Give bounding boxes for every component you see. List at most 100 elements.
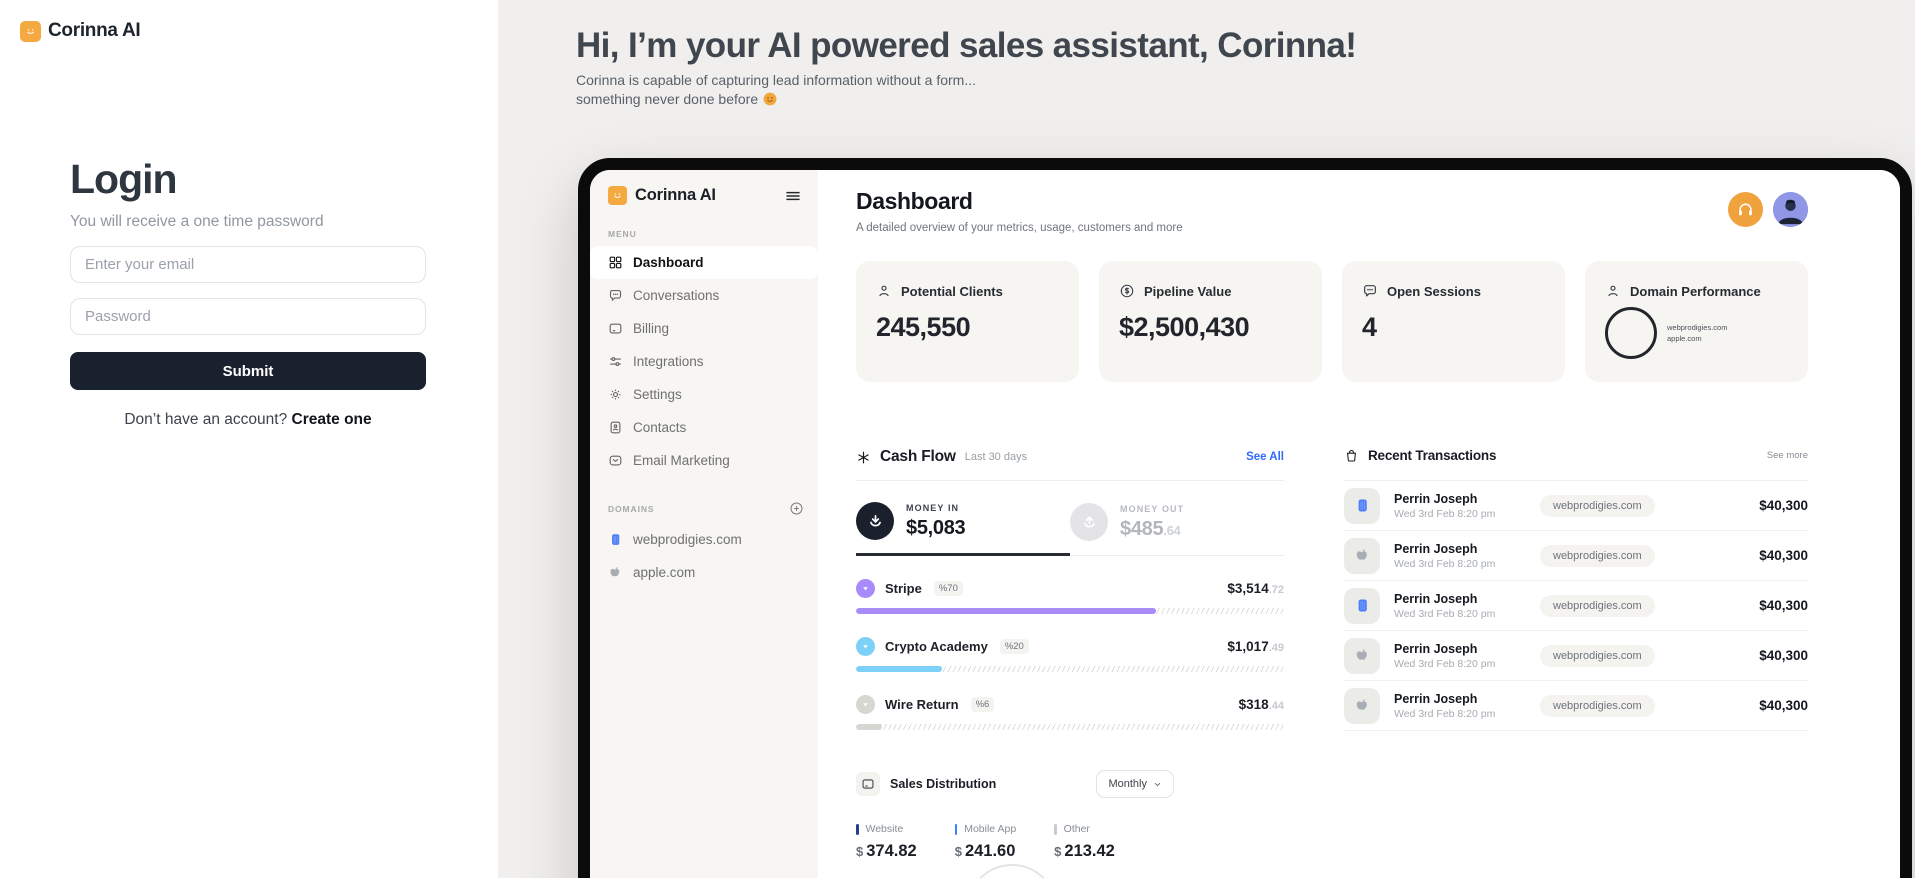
cash-flow-category: Stripe %70 $3,514.72 [856, 579, 1284, 614]
transaction-domain-pill: webprodigies.com [1540, 694, 1655, 717]
domain-icon [608, 565, 623, 580]
legend-value: $374.82 [856, 842, 917, 860]
metric-value: 245,550 [876, 312, 971, 342]
category-amount-cents: .72 [1268, 584, 1284, 596]
category-progress-fill [856, 666, 942, 672]
sidebar-menu-item[interactable]: Email Marketing [590, 444, 818, 477]
sidebar-menu-item[interactable]: Contacts [590, 411, 818, 444]
hero: Hi, I’m your AI powered sales assistant,… [498, 0, 1915, 108]
legend-color-tick [954, 823, 958, 835]
sidebar-domains: webprodigies.com apple.com [590, 523, 818, 589]
money-out-value: $485.64 [1120, 517, 1181, 540]
metric-card: Open Sessions 4 [1342, 261, 1565, 382]
metric-cards: Potential Clients 245,550 Pipeline Value [856, 261, 1808, 382]
sidebar-menu-item[interactable]: Settings [590, 378, 818, 411]
transaction-name: Perrin Joseph [1394, 641, 1478, 656]
login-title: Login [70, 156, 178, 202]
user-avatar[interactable] [1773, 192, 1808, 227]
email-field[interactable] [70, 246, 426, 283]
create-account-link[interactable]: Create one [292, 411, 372, 428]
transaction-domain-pill: webprodigies.com [1540, 494, 1655, 517]
sidebar-item-label: Billing [633, 321, 670, 336]
money-in-tab[interactable]: MONEY IN $5,083 [856, 492, 1070, 556]
transaction-domain-pill: webprodigies.com [1540, 644, 1655, 667]
cash-flow-section: Cash Flow Last 30 days See All MONEY IN [856, 448, 1284, 861]
transaction-source-icon [1344, 637, 1380, 674]
sidebar-menu-item[interactable]: Billing [590, 312, 818, 345]
metric-label: Pipeline Value [1144, 283, 1232, 299]
divider [856, 480, 1284, 481]
legend-value: $241.60 [954, 842, 1016, 860]
transaction-source-icon [1344, 537, 1380, 574]
avatar-image [1773, 192, 1808, 227]
cash-flow-period: Last 30 days [964, 451, 1028, 463]
legend-item: Mobile App $241.60 [954, 823, 1017, 861]
transaction-date: Wed 3rd Feb 8:20 pm [1394, 657, 1496, 670]
transaction-date: Wed 3rd Feb 8:20 pm [1394, 557, 1496, 570]
category-progress-track [856, 608, 1284, 614]
headphones-icon [1736, 200, 1755, 219]
add-domain-icon[interactable] [789, 501, 804, 516]
domain-performance-domain1: webprodigies.com [1667, 322, 1728, 332]
money-in-label: MONEY IN [906, 502, 960, 513]
submit-button[interactable]: Submit [70, 352, 426, 390]
category-progress-fill [856, 608, 1156, 614]
transaction-row[interactable]: Perrin Joseph Wed 3rd Feb 8:20 pm webpro… [1344, 681, 1808, 731]
transaction-amount: $40,300 [1759, 548, 1808, 563]
sidebar-domain-item[interactable]: webprodigies.com [590, 523, 818, 556]
brand-name: Corinna AI [48, 20, 141, 41]
domain-performance-icon [1605, 283, 1621, 299]
category-progress-track [856, 724, 1284, 730]
transaction-source-icon [1344, 687, 1380, 724]
sidebar-item-icon [608, 288, 623, 303]
sidebar-menu-item[interactable]: Conversations 23 [590, 279, 818, 312]
sidebar-brand-logo-icon [608, 186, 627, 205]
menu-section-header: MENU [608, 229, 804, 239]
category-name: Stripe [885, 581, 922, 596]
transaction-row[interactable]: Perrin Joseph Wed 3rd Feb 8:20 pm webpro… [1344, 581, 1808, 631]
legend-label: Mobile App [964, 823, 1017, 835]
transaction-amount: $40,300 [1759, 498, 1808, 513]
currency-sign: $ [954, 844, 962, 859]
domain-performance-ring [1605, 307, 1657, 359]
currency-sign: $ [856, 844, 864, 859]
login-subtitle: You will receive a one time password [70, 213, 324, 230]
legend-label: Other [1063, 823, 1090, 835]
see-all-link[interactable]: See All [1246, 451, 1284, 463]
sidebar-item-label: Integrations [633, 354, 704, 369]
password-field[interactable] [70, 298, 426, 335]
sidebar-item-label: Settings [633, 387, 682, 402]
transactions-icon [1344, 448, 1359, 463]
see-more-link[interactable]: See more [1767, 450, 1808, 461]
category-icon [856, 637, 875, 656]
hamburger-menu-icon[interactable] [784, 187, 802, 205]
sales-legend: Website $374.82 Mobile App $241.60 Other… [856, 823, 1284, 861]
money-out-tab[interactable]: MONEY OUT $485.64 [1070, 492, 1284, 556]
legend-item: Other $213.42 [1054, 823, 1115, 861]
sidebar-menu-item[interactable]: Integrations [590, 345, 818, 378]
brand-logo-icon [20, 20, 41, 42]
domain-label: apple.com [633, 565, 696, 580]
transaction-name: Perrin Joseph [1394, 491, 1478, 506]
transaction-row[interactable]: Perrin Joseph Wed 3rd Feb 8:20 pm webpro… [1344, 631, 1808, 681]
main-content: Dashboard A detailed overview of your me… [856, 188, 1808, 861]
sidebar-domain-item[interactable]: apple.com [590, 556, 818, 589]
category-progress-track [856, 666, 1284, 672]
legend-value: $213.42 [1054, 842, 1115, 860]
category-amount-cents: .49 [1268, 642, 1284, 654]
dashboard-sidebar: Corinna AI MENU Dashboard Conversations … [590, 170, 818, 878]
cash-flow-icon [856, 450, 871, 465]
transaction-row[interactable]: Perrin Joseph Wed 3rd Feb 8:20 pm webpro… [1344, 481, 1808, 531]
metric-label: Open Sessions [1387, 283, 1481, 299]
sidebar-menu-item[interactable]: Dashboard [590, 246, 818, 279]
transaction-domain-pill: webprodigies.com [1540, 594, 1655, 617]
page-subtitle: A detailed overview of your metrics, usa… [856, 222, 1183, 234]
transaction-row[interactable]: Perrin Joseph Wed 3rd Feb 8:20 pm webpro… [1344, 531, 1808, 581]
cash-flow-categories: Stripe %70 $3,514.72 Crypto Academy %20 … [856, 579, 1284, 730]
sidebar-brand-name: Corinna AI [635, 186, 716, 204]
metric-icon [1362, 283, 1378, 299]
smiley-emoji [763, 92, 777, 106]
period-dropdown[interactable]: Monthly [1096, 770, 1174, 798]
support-button[interactable] [1728, 192, 1763, 227]
domain-performance-label: Domain Performance [1630, 283, 1761, 299]
